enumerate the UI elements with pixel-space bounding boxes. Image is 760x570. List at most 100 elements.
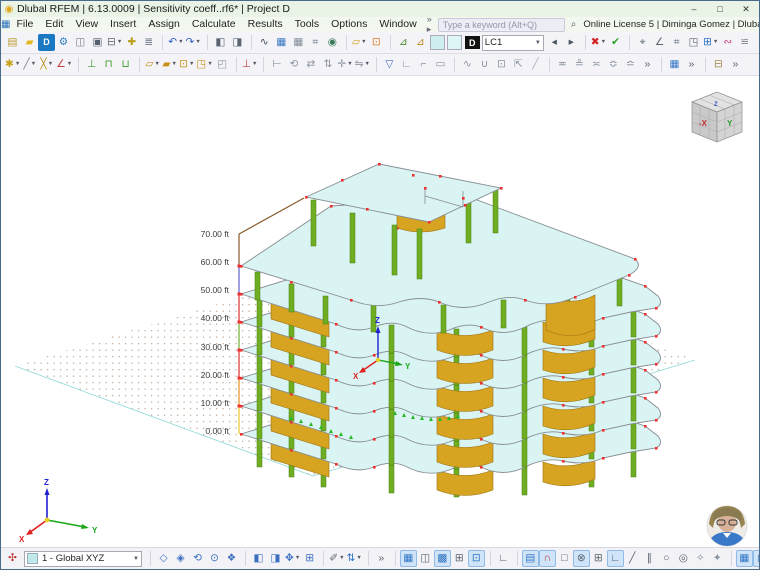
connection-button[interactable]: ∾ xyxy=(719,34,736,51)
apply-filter-button[interactable]: ✔ xyxy=(607,34,624,51)
work-plane-toggle[interactable]: ◫ xyxy=(417,550,434,567)
maximize-button[interactable]: □ xyxy=(707,1,733,17)
clipping-plane-button[interactable]: ⊿ xyxy=(412,34,429,51)
chevron-down-icon[interactable]: ▼ xyxy=(178,34,183,51)
chevron-down-icon[interactable]: ▼ xyxy=(207,56,212,73)
display-surfaces-button[interactable]: ▱▼ xyxy=(351,34,368,51)
chevron-down-icon[interactable]: ▼ xyxy=(339,550,344,567)
background-grid-toggle[interactable]: ▦ xyxy=(736,550,753,567)
statusbar-overflow-chevron[interactable]: » xyxy=(373,550,390,567)
new-surface-button[interactable]: ▱▼ xyxy=(144,56,161,73)
grid-points-toggle[interactable]: ▤ xyxy=(522,550,539,567)
chevron-down-icon[interactable]: ▼ xyxy=(117,34,122,51)
previous-load-case-button[interactable]: ◂ xyxy=(546,34,563,51)
redo-button[interactable]: ↷▼ xyxy=(185,34,202,51)
calculator-button[interactable]: ⌗ xyxy=(307,34,324,51)
cube-face-y[interactable]: Y xyxy=(727,119,733,128)
new-beam-button[interactable]: ⊓ xyxy=(100,56,117,73)
addon-status-icon[interactable]: ✣ xyxy=(4,550,21,567)
navigation-cube[interactable]: -X Y Z xyxy=(692,92,742,142)
angle-measure-button[interactable]: ∠ xyxy=(651,34,668,51)
member-hinge-5-button[interactable]: ≏ xyxy=(622,56,639,73)
print-button[interactable]: ⊟▼ xyxy=(106,34,123,51)
undo-button[interactable]: ↶▼ xyxy=(167,34,184,51)
save-button[interactable]: ▣ xyxy=(89,34,106,51)
select-box-button[interactable]: ▭ xyxy=(432,56,449,73)
mirror-button[interactable]: ⇋▼ xyxy=(354,56,371,73)
search-icon[interactable]: ⌕ xyxy=(567,19,581,30)
chevron-down-icon[interactable]: ▼ xyxy=(31,56,36,73)
load-case-select[interactable]: LC1 ▼ xyxy=(482,35,544,51)
chevron-down-icon[interactable]: ▼ xyxy=(347,56,352,73)
open-model-button[interactable]: ▰ xyxy=(21,34,38,51)
chevron-down-icon[interactable]: ▼ xyxy=(295,550,300,567)
new-line-advanced-button[interactable]: ╳▼ xyxy=(38,56,55,73)
next-load-case-button[interactable]: ▸ xyxy=(563,34,580,51)
generated-surface-button[interactable]: ▰▼ xyxy=(161,56,178,73)
grid-measure-button[interactable]: ⌗ xyxy=(668,34,685,51)
snap-nodes-toggle[interactable]: ▦ xyxy=(400,550,417,567)
full-view-button[interactable]: ❖ xyxy=(223,550,240,567)
save-as-button[interactable]: ◫ xyxy=(72,34,89,51)
design-situation-badge[interactable]: D xyxy=(465,36,480,49)
new-opening-button[interactable]: ⊡▼ xyxy=(178,56,195,73)
solid-tool-button[interactable]: ⊡ xyxy=(493,56,510,73)
toolbar-overflow-chevron[interactable]: » xyxy=(727,56,744,73)
section-button[interactable]: ⊿ xyxy=(395,34,412,51)
corner-snap-toggle[interactable]: ∟ xyxy=(607,550,624,567)
menu-edit[interactable]: Edit xyxy=(39,17,69,32)
user-avatar[interactable] xyxy=(707,505,747,546)
line-snap-toggle[interactable]: ╱ xyxy=(624,550,641,567)
new-model-button[interactable]: ▤ xyxy=(4,34,21,51)
dimension-button[interactable]: ⇱ xyxy=(510,56,527,73)
magnet-snap-toggle[interactable]: ∩ xyxy=(539,550,556,567)
background-color-swatch-1[interactable] xyxy=(430,35,445,50)
guideline-toggle[interactable]: □ xyxy=(556,550,573,567)
menu-insert[interactable]: Insert xyxy=(104,17,142,32)
model-view-canvas[interactable]: 70.00 ft 60.00 ft 50.00 ft 40.00 ft 30.0… xyxy=(1,76,759,547)
menu-tools[interactable]: Tools xyxy=(289,17,326,32)
printout-report-button[interactable]: ≣ xyxy=(140,34,157,51)
cube-face-minus-x[interactable]: -X xyxy=(699,119,708,128)
chevron-down-icon[interactable]: ▼ xyxy=(48,56,53,73)
renumber-button[interactable]: ⇅▼ xyxy=(346,550,363,567)
member-hinge-1-button[interactable]: ≖ xyxy=(554,56,571,73)
menu-file[interactable]: File xyxy=(10,17,39,32)
render-mode-button[interactable]: ◉ xyxy=(324,34,341,51)
pen-options-button[interactable]: ✐▼ xyxy=(328,550,345,567)
visual-style-button[interactable]: ⊡ xyxy=(368,34,385,51)
view-options-button[interactable]: ✥▼ xyxy=(284,550,301,567)
move-button[interactable]: ⇄ xyxy=(302,56,319,73)
coordinate-system-select[interactable]: 1 - Global XYZ ▼ xyxy=(24,551,142,567)
tangent-snap-toggle[interactable]: ○ xyxy=(658,550,675,567)
new-polyline-button[interactable]: ∠▼ xyxy=(55,56,73,73)
print-graphic-button[interactable]: ⊟ xyxy=(710,56,727,73)
save-view-button[interactable]: ◨ xyxy=(267,550,284,567)
chevron-down-icon[interactable]: ▼ xyxy=(154,56,159,73)
scale-button[interactable]: ✛▼ xyxy=(336,56,353,73)
grid-toggle[interactable]: ▩ xyxy=(434,550,451,567)
zoom-view-button[interactable]: ⊙ xyxy=(206,550,223,567)
new-view-button[interactable]: ◧ xyxy=(250,550,267,567)
menu-window[interactable]: Window xyxy=(373,17,422,32)
new-block-button[interactable]: ◰ xyxy=(214,56,231,73)
new-solid-button[interactable]: ◳▼ xyxy=(195,56,213,73)
connect-lines-button[interactable]: ∪ xyxy=(476,56,493,73)
menu-results[interactable]: Results xyxy=(242,17,289,32)
tables-button[interactable]: ▦ xyxy=(273,34,290,51)
filter-loads-button[interactable]: ✖▼ xyxy=(590,34,607,51)
block-button[interactable]: ◳ xyxy=(685,34,702,51)
rotate-view-button[interactable]: ⟲ xyxy=(189,550,206,567)
circle-snap-toggle[interactable]: ◎ xyxy=(675,550,692,567)
printout-tables-button[interactable]: ▦ xyxy=(290,34,307,51)
search-input[interactable] xyxy=(438,18,565,32)
filter-button[interactable]: ▽ xyxy=(381,56,398,73)
member-hinge-2-button[interactable]: ≗ xyxy=(571,56,588,73)
chevron-down-icon[interactable]: ▼ xyxy=(252,56,257,73)
select-window-button[interactable]: ⌐ xyxy=(415,56,432,73)
move-vertical-button[interactable]: ⇅ xyxy=(319,56,336,73)
object-snap-toggle[interactable]: ⊡ xyxy=(468,550,485,567)
clip-box-toggle[interactable]: ◻ xyxy=(753,550,759,567)
edit-polyline-button[interactable]: ∟ xyxy=(398,56,415,73)
menu-view[interactable]: View xyxy=(69,17,104,32)
